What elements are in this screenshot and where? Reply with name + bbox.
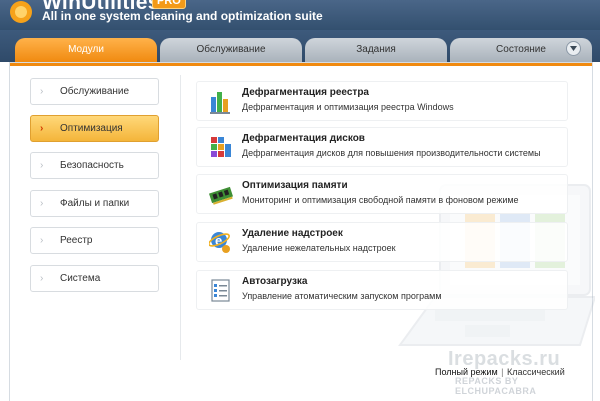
memory-chip-icon [209,186,233,205]
sidebar-item-system[interactable]: › Система [30,265,159,292]
title-bar: WinUtilities PRO All in one system clean… [0,0,600,30]
sidebar-item-maintenance[interactable]: › Обслуживание [30,78,159,105]
chevron-right-icon: › [40,198,44,209]
tab-modules[interactable]: Модули [15,38,157,62]
task-memory-optimization[interactable]: Оптимизация памяти Мониторинг и оптимиза… [196,174,568,214]
task-description: Дефрагментация дисков для повышения прои… [242,148,541,158]
tab-bar: Модули Обслуживание Задания Состояние [0,30,600,62]
sidebar-item-label: Безопасность [60,160,124,171]
task-description: Мониторинг и оптимизация свободной памят… [242,195,519,205]
chevron-right-icon: › [40,235,44,246]
task-registry-defrag[interactable]: Дефрагментация реестра Дефрагментация и … [196,81,568,121]
task-remove-addons[interactable]: e Удаление надстроек Удаление нежелатель… [196,222,568,262]
task-title: Дефрагментация реестра [242,87,369,98]
app-logo-icon [10,1,32,23]
startup-list-icon [211,279,230,302]
task-title: Автозагрузка [242,276,308,287]
task-startup[interactable]: Автозагрузка Управление атоматическим за… [196,270,568,310]
ie-addons-icon: e [209,232,230,253]
sidebar-item-files-folders[interactable]: › Файлы и папки [30,190,159,217]
sidebar-item-label: Файлы и папки [60,198,130,209]
chevron-right-icon: › [40,160,44,171]
task-title: Оптимизация памяти [242,180,348,191]
task-title: Дефрагментация дисков [242,133,365,144]
sidebar-item-label: Обслуживание [60,86,130,97]
tab-tasks[interactable]: Задания [305,38,447,62]
panel-divider [180,75,181,360]
task-disk-defrag[interactable]: Дефрагментация дисков Дефрагментация дис… [196,127,568,167]
sidebar-item-label: Реестр [60,235,93,246]
disk-defrag-icon [211,137,231,157]
task-title: Удаление надстроек [242,228,343,239]
watermark-subtext: REPACKS BY ELCHUPACABRA [455,376,537,396]
chevron-down-icon [570,46,577,51]
classic-mode-link[interactable]: Классический [507,367,565,377]
sidebar-item-label: Оптимизация [60,123,123,134]
tab-underline [10,63,592,66]
sidebar-item-label: Система [60,273,101,284]
pro-badge: PRO [152,0,186,9]
menu-dropdown-button[interactable] [566,41,581,56]
view-mode-switch: Полный режим | Классический [435,367,565,377]
full-mode-link[interactable]: Полный режим [435,367,498,377]
tab-maintenance[interactable]: Обслуживание [160,38,302,62]
registry-defrag-icon [210,92,230,114]
sidebar-item-registry[interactable]: › Реестр [30,227,159,254]
sidebar-item-optimization[interactable]: › Оптимизация [30,115,159,142]
chevron-right-icon: › [40,123,44,134]
task-description: Дефрагментация и оптимизация реестра Win… [242,102,454,112]
mode-separator: | [501,367,504,377]
sidebar-item-security[interactable]: › Безопасность [30,152,159,179]
chevron-right-icon: › [40,86,44,97]
chevron-right-icon: › [40,273,44,284]
task-description: Удаление нежелательных надстроек [242,243,396,253]
app-subtitle: All in one system cleaning and optimizat… [42,9,323,23]
task-description: Управление атоматическим запуском програ… [242,291,442,301]
